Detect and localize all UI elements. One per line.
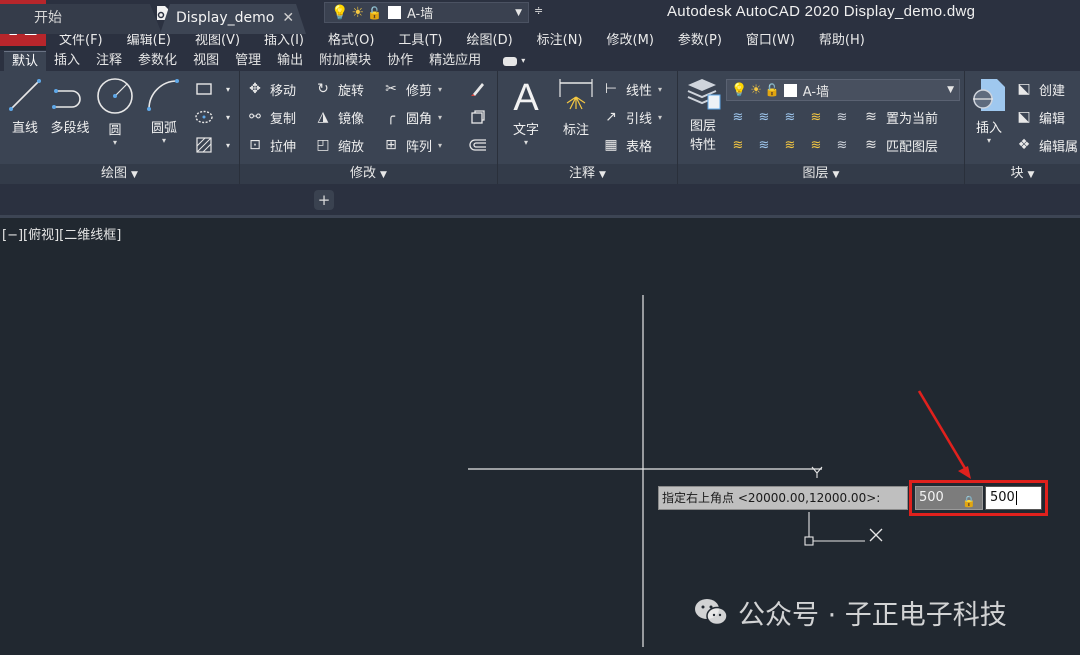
wechat-icon	[695, 599, 728, 626]
watermark-text: 公众号 · 子正电子科技	[738, 599, 1007, 631]
drawing-canvas[interactable]	[0, 0, 1080, 655]
snap-marker-icon	[804, 512, 883, 546]
dynamic-input-prompt: 指定右上角点 <20000.00,12000.00>:	[658, 486, 908, 510]
watermark: 公众号 · 子正电子科技	[694, 592, 1007, 632]
annotation-arrow	[917, 390, 971, 479]
annotation-highlight-box	[909, 480, 1048, 516]
